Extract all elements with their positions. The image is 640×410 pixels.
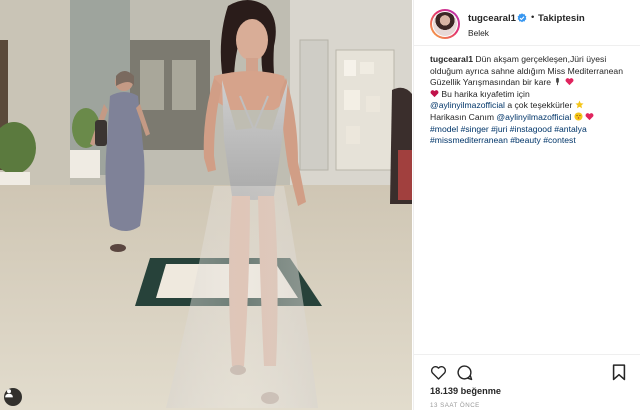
caption-text-2: Bu harika kıyafetim için xyxy=(441,88,530,99)
avatar[interactable] xyxy=(430,9,460,39)
like-count[interactable]: 18.139 beğenme xyxy=(430,386,501,396)
caption-text-4: Harikasın Canım xyxy=(430,111,494,122)
hashtag[interactable]: #singer xyxy=(461,124,489,134)
hashtag[interactable]: #instagood xyxy=(510,124,552,134)
kissing-face-icon xyxy=(574,112,583,121)
hashtag[interactable]: #beauty xyxy=(510,135,541,145)
hashtag[interactable]: #antalya xyxy=(554,124,587,134)
post-photo[interactable] xyxy=(0,0,412,410)
post-location[interactable]: Belek xyxy=(468,28,489,38)
red-heart-icon xyxy=(565,78,574,86)
caption-mention-1[interactable]: @aylinyilmazofficial xyxy=(430,100,505,110)
hashtag[interactable]: #missmediterranean xyxy=(430,135,508,145)
post-caption: tugcearal1 Dün akşam gerçekleşen,Jüri üy… xyxy=(430,54,636,147)
post-timestamp[interactable]: 13 SAAT ÖNCE xyxy=(430,402,480,409)
caption-text-3: a çok teşekkürler xyxy=(507,100,573,111)
heart-icon[interactable] xyxy=(430,365,447,380)
sparkle-heart-icon xyxy=(430,89,439,97)
caption-username[interactable]: tugcearal1 xyxy=(430,54,473,64)
caption-mention-2[interactable]: @aylinyilmazofficial xyxy=(496,112,571,122)
hashtag[interactable]: #contest xyxy=(543,135,576,145)
comment-icon[interactable] xyxy=(456,364,473,381)
bookmark-icon[interactable] xyxy=(612,364,626,381)
post-header: tugcearal1 • Takiptesin Belek xyxy=(414,0,640,46)
star-icon xyxy=(575,100,584,109)
follow-status-button[interactable]: Takiptesin xyxy=(538,13,585,24)
microphone-icon xyxy=(556,78,560,86)
post-detail-panel: tugcearal1 • Takiptesin Belek tugcearal1… xyxy=(413,0,640,410)
hashtag[interactable]: #juri xyxy=(491,124,507,134)
verified-badge-icon xyxy=(517,12,527,22)
user-tag-icon[interactable] xyxy=(4,388,22,406)
hashtag[interactable]: #model xyxy=(430,124,458,134)
post-author-username[interactable]: tugcearal1 xyxy=(468,13,516,24)
heart-icon-emoji xyxy=(585,113,594,121)
photo-scene xyxy=(0,0,412,410)
header-separator: • xyxy=(531,12,535,23)
